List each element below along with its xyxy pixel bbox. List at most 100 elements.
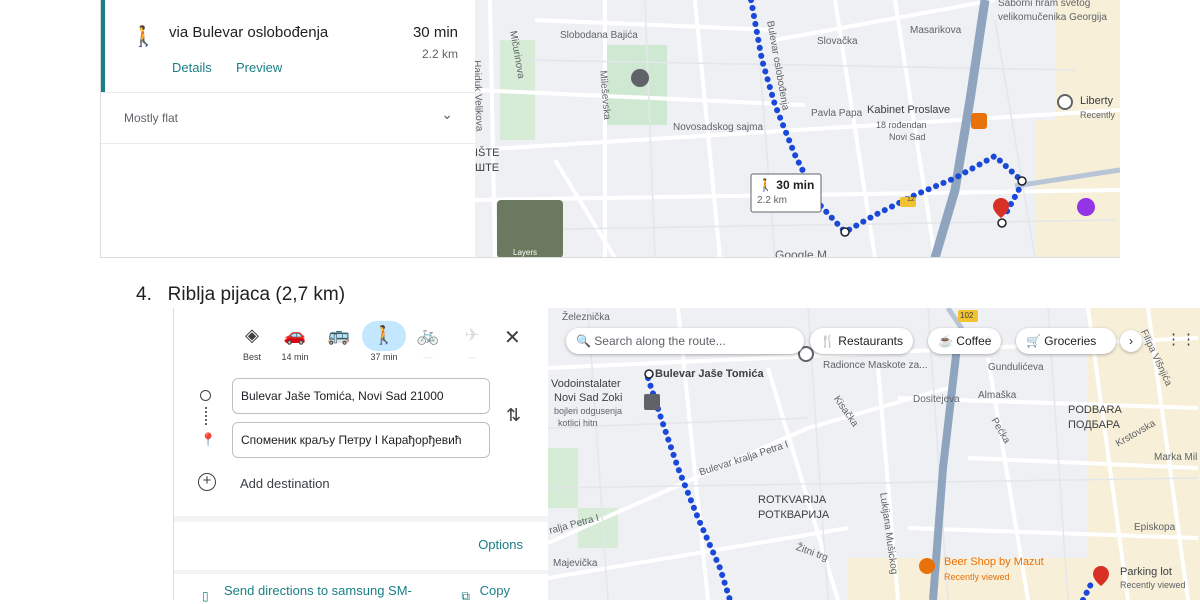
chip-restaurants[interactable]: 🍴 Restaurants xyxy=(810,328,913,354)
origin-icon xyxy=(200,390,211,401)
chip-label: Coffee xyxy=(956,334,992,348)
top-directions-panel: 🚶 via Bulevar oslobođenja 30 min 2.2 km … xyxy=(100,0,476,258)
street-label: Majevička xyxy=(553,558,598,569)
layers-button[interactable]: Layers xyxy=(513,248,537,257)
mode-label: — xyxy=(467,352,477,362)
google-logo: Google M xyxy=(775,248,828,258)
preview-link[interactable]: Preview xyxy=(236,60,282,75)
search-icon: 🔍 xyxy=(576,334,591,348)
add-icon[interactable]: + xyxy=(198,473,216,491)
street-label: Železnička xyxy=(562,312,610,323)
area-label: ROTKVARIJA xyxy=(758,494,827,506)
mode-cycling[interactable]: 🚲 — xyxy=(406,322,450,362)
area-label: PODBARA xyxy=(1068,404,1122,416)
cart-icon: 🛒 xyxy=(1026,334,1041,348)
destination-pin xyxy=(993,198,1009,218)
mode-label: 37 min xyxy=(370,352,398,362)
add-destination-label[interactable]: Add destination xyxy=(240,476,330,491)
divider xyxy=(101,143,476,144)
chip-label: Restaurants xyxy=(838,334,903,348)
restaurant-icon: 🍴 xyxy=(820,334,835,348)
directions-diamond-icon: ◈ xyxy=(245,325,259,345)
mode-label: — xyxy=(423,352,433,362)
poi-sublabel: kotlici hitn xyxy=(558,418,598,428)
close-icon[interactable]: ✕ xyxy=(504,325,521,350)
route-connector-icon xyxy=(205,407,207,425)
poi-sublabel: Recently viewed xyxy=(1120,580,1186,590)
search-placeholder: Search along the route... xyxy=(594,334,726,348)
mode-walking[interactable]: 🚶 37 min xyxy=(362,322,406,362)
route-duration: 30 min xyxy=(412,24,458,41)
mode-flights[interactable]: ✈ — xyxy=(450,322,494,362)
destination-input[interactable]: Споменик краљу Петру I Карађорђевић xyxy=(232,422,490,458)
mode-transit[interactable]: 🚌 xyxy=(317,322,361,352)
phone-icon: ▯ xyxy=(202,589,209,603)
park-marker xyxy=(631,69,649,87)
divider xyxy=(174,516,549,522)
chip-groceries[interactable]: 🛒 Groceries xyxy=(1016,328,1116,354)
poi-sublabel: bojleri odgusenja xyxy=(554,406,623,416)
poi-sublabel: Recently viewed xyxy=(944,572,1010,582)
area-label: IŠTE xyxy=(475,147,500,159)
route-end xyxy=(997,218,1007,228)
walking-icon: 🚶 xyxy=(131,26,156,48)
poi-sublabel: Novi Sad xyxy=(889,132,926,142)
top-map-view[interactable]: Slobodana Bajića Hajduk Veljkova Mičurin… xyxy=(475,0,1120,258)
route-via-label: via Bulevar oslobođenja xyxy=(169,24,329,41)
section-heading: 4. Riblja pijaca (2,7 km) xyxy=(136,284,346,305)
terrain-label: Mostly flat xyxy=(124,111,179,125)
street-label: Masarikova xyxy=(910,25,962,36)
destination-pin-icon: 📍 xyxy=(200,432,217,447)
route-waypoint xyxy=(840,227,850,237)
send-directions-link[interactable]: Send directions to samsung SM- xyxy=(224,583,412,598)
street-label: Dositejeva xyxy=(913,394,960,405)
origin-input[interactable]: Bulevar Jaše Tomića, Novi Sad 21000 xyxy=(232,378,490,414)
bus-icon: 🚌 xyxy=(327,325,351,345)
mode-driving[interactable]: 🚗 14 min xyxy=(273,322,317,362)
poi-marker xyxy=(1057,94,1073,110)
poi-label: Novi Sad Zoki xyxy=(554,392,623,404)
callout-distance: 2.2 km xyxy=(757,195,788,206)
mode-best[interactable]: ◈ Best xyxy=(230,322,274,362)
bicycle-icon: 🚲 xyxy=(416,325,440,345)
route-shield-label: 12 xyxy=(907,196,915,203)
street-label: Slobodana Bajića xyxy=(560,30,638,41)
location-label: Bulevar Jaše Tomića xyxy=(655,368,764,380)
copy-link-button[interactable]: Copy xyxy=(480,583,510,598)
route-waypoint xyxy=(1017,176,1027,186)
swap-icon[interactable]: ⇅ xyxy=(506,405,521,426)
chevron-down-icon[interactable]: ⌄ xyxy=(441,106,453,123)
car-icon: 🚗 xyxy=(283,325,307,345)
poi-label: Radionce Maskote za... xyxy=(823,360,928,371)
poi-label: Beer Shop by Mazut xyxy=(944,556,1044,568)
walking-icon: 🚶 xyxy=(758,178,773,192)
copy-icon: ⧉ xyxy=(461,589,470,603)
route-option-selected[interactable]: 🚶 via Bulevar oslobođenja 30 min 2.2 km … xyxy=(101,0,476,92)
walking-icon: 🚶 xyxy=(372,325,396,345)
callout-time: 🚶 30 min xyxy=(758,178,814,192)
route-shield-label: 102 xyxy=(960,311,974,320)
callout-time-value: 30 min xyxy=(776,178,815,192)
poi-marker xyxy=(644,394,660,410)
area-label: РОТКВАРИЈА xyxy=(758,509,830,521)
mode-label: 14 min xyxy=(281,352,309,362)
street-label: Marka Mil xyxy=(1154,452,1198,463)
park-area xyxy=(548,448,578,508)
street-label: Novosadskog sajma xyxy=(673,122,764,133)
route-distance: 2.2 km xyxy=(421,47,458,61)
poi-label: Parking lot xyxy=(1120,566,1172,578)
options-button[interactable]: Options xyxy=(478,537,523,552)
poi-marker xyxy=(919,558,935,574)
search-along-route-input[interactable]: 🔍 Search along the route... xyxy=(566,328,804,354)
poi-sublabel: 18 rođendan xyxy=(876,120,927,130)
chip-label: Groceries xyxy=(1044,334,1097,348)
street-label: Episkopa xyxy=(1134,522,1176,533)
apps-grid-icon[interactable]: ⋮⋮ xyxy=(1166,330,1196,348)
bottom-map-view[interactable]: 🔍 Search along the route... 🍴 Restaurant… xyxy=(548,308,1200,600)
street-label: Almaška xyxy=(978,390,1017,401)
chip-coffee[interactable]: ☕ Coffee xyxy=(928,328,1002,354)
details-link[interactable]: Details xyxy=(172,60,212,75)
area-label: ПОДБАРА xyxy=(1068,419,1120,431)
divider xyxy=(174,570,549,574)
street-label: Pavla Papa xyxy=(811,108,863,119)
